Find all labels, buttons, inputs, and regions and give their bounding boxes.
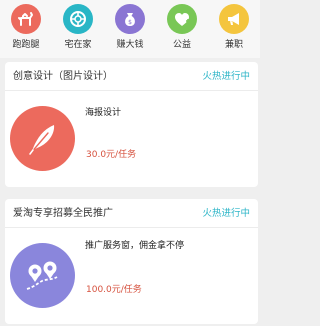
svg-text:$: $ (128, 19, 132, 26)
nav-label: 兼职 (224, 40, 243, 50)
nav-label: 宅在家 (64, 40, 92, 50)
map-pin-icon (10, 243, 75, 308)
nav-item-stay-home[interactable]: 宅在家 (52, 4, 104, 51)
heart-plus-icon (167, 4, 197, 34)
money-bag-icon: $ (115, 4, 145, 34)
task-title: 创意设计（图片设计） (13, 71, 113, 82)
task-card[interactable]: 创意设计（图片设计） 火热进行中 海报设计 30.0元/任务 (5, 62, 258, 187)
task-title: 爱淘专享招募全民推广 (13, 208, 113, 219)
nav-item-earn-money[interactable]: $ 赚大钱 (104, 4, 156, 51)
task-status: 火热进行中 (202, 208, 250, 219)
task-price: 100.0元/任务 (86, 285, 142, 295)
nav-label: 跑跑腿 (12, 40, 40, 50)
task-description: 海报设计 (85, 108, 122, 118)
task-card[interactable]: 爱淘专享招募全民推广 火热进行中 推广服务窗，佣金拿不停 100.0元/任务 (5, 199, 258, 324)
nav-label: 赚大钱 (116, 40, 144, 50)
divider (5, 227, 258, 228)
dog-icon (11, 4, 41, 34)
lifebuoy-icon (63, 4, 93, 34)
divider (5, 90, 258, 91)
category-nav: 跑跑腿 宅在家 $ 赚大钱 公益 兼职 (0, 0, 260, 58)
nav-item-part-time[interactable]: 兼职 (208, 4, 260, 51)
nav-item-charity[interactable]: 公益 (156, 4, 208, 51)
task-price: 30.0元/任务 (86, 150, 137, 160)
feather-icon (10, 106, 75, 171)
task-status: 火热进行中 (202, 71, 250, 82)
nav-item-errand[interactable]: 跑跑腿 (0, 4, 52, 51)
task-description: 推广服务窗，佣金拿不停 (85, 241, 185, 251)
nav-label: 公益 (172, 40, 191, 50)
megaphone-icon (219, 4, 249, 34)
